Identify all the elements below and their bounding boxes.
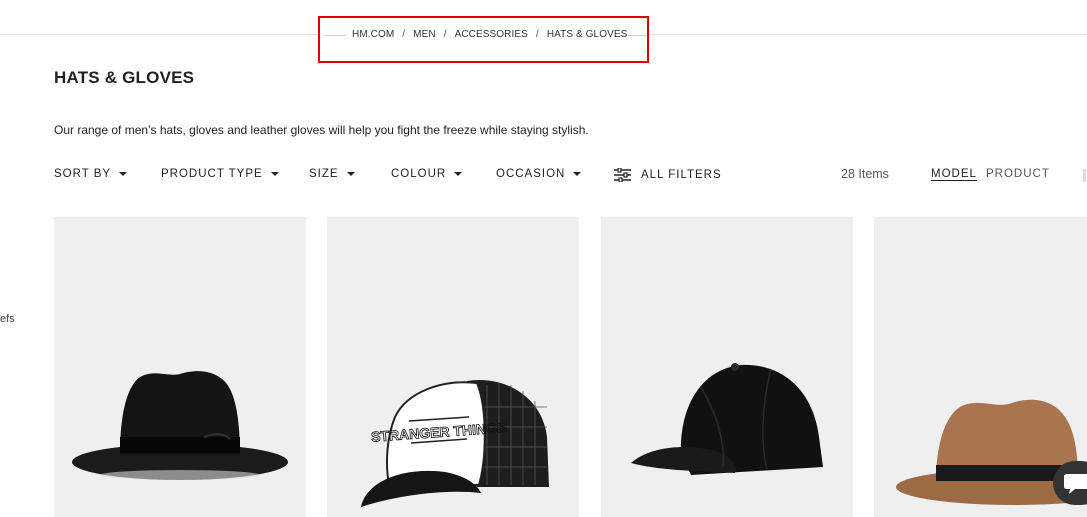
caret-down-icon [454,172,463,176]
size-label: SIZE [309,168,339,180]
product-type-label: PRODUCT TYPE [161,168,263,180]
sidebar-partial-link[interactable]: efs [0,313,15,325]
stranger-things-trucker-cap-image: STRANGER THINGS [361,379,549,507]
black-baseball-cap-image [631,363,823,475]
product-type-dropdown[interactable]: PRODUCT TYPE [161,168,279,180]
product-card-3[interactable] [601,217,853,517]
size-dropdown[interactable]: SIZE [309,168,355,180]
breadcrumb: HM.COM / MEN / ACCESSORIES / HATS & GLOV… [318,16,649,63]
caret-down-icon [270,172,279,176]
scroll-edge [1083,169,1086,182]
colour-label: COLOUR [391,168,447,180]
black-fedora-hat-image [72,371,288,480]
all-filters-button[interactable]: ALL FILTERS [614,168,722,182]
filter-bar: SORT BY PRODUCT TYPE SIZE COLOUR OCCASIO… [54,167,1087,184]
items-count: 28 Items [841,167,889,181]
sliders-icon [614,168,631,182]
breadcrumb-item-hats-gloves[interactable]: HATS & GLOVES [547,29,628,40]
breadcrumb-line-left [324,35,346,36]
view-model-toggle[interactable]: MODEL [931,168,977,180]
product-card-1[interactable] [54,217,306,517]
breadcrumb-separator: / [535,29,539,40]
view-product-toggle[interactable]: PRODUCT [986,168,1050,180]
page-title: HATS & GLOVES [54,68,195,87]
all-filters-label: ALL FILTERS [641,169,722,181]
breadcrumb-separator: / [402,29,406,40]
breadcrumb-separator: / [443,29,447,40]
sort-by-dropdown[interactable]: SORT BY [54,168,128,180]
sort-by-label: SORT BY [54,168,112,180]
caret-down-icon [119,172,128,176]
occasion-label: OCCASION [496,168,566,180]
product-card-2[interactable]: STRANGER THINGS [327,217,579,517]
category-description: Our range of men’s hats, gloves and leat… [54,123,589,137]
occasion-dropdown[interactable]: OCCASION [496,168,582,180]
chat-button[interactable] [1053,461,1087,505]
caret-down-icon [346,172,355,176]
chat-bubble-icon [1064,474,1087,494]
breadcrumb-item-men[interactable]: MEN [413,29,436,40]
breadcrumb-item-accessories[interactable]: ACCESSORIES [455,29,528,40]
caret-down-icon [573,172,582,176]
colour-dropdown[interactable]: COLOUR [391,168,463,180]
breadcrumb-item-home[interactable]: HM.COM [352,29,394,40]
